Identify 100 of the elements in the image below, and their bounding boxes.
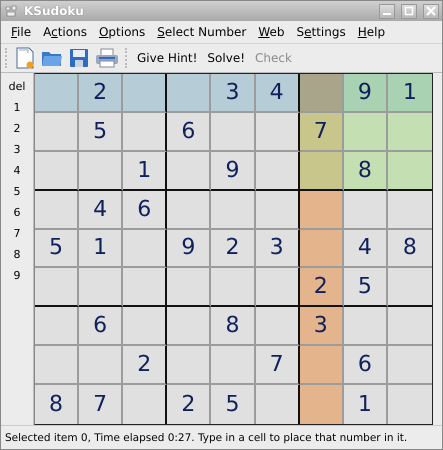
board-cell[interactable]: 3 bbox=[256, 230, 300, 268]
board-cell[interactable] bbox=[35, 268, 80, 308]
board-cell[interactable]: 1 bbox=[388, 74, 432, 113]
number-item[interactable]: 9 bbox=[14, 268, 20, 284]
board-cell[interactable] bbox=[123, 112, 168, 152]
board-cell[interactable] bbox=[35, 112, 80, 152]
number-item[interactable]: 8 bbox=[14, 247, 20, 263]
board-cell[interactable] bbox=[167, 307, 212, 346]
number-item[interactable]: del bbox=[8, 79, 26, 95]
board-cell[interactable] bbox=[211, 112, 256, 152]
menu-item[interactable]: Help bbox=[352, 23, 392, 41]
board-cell[interactable]: 2 bbox=[300, 268, 344, 308]
board-cell[interactable] bbox=[388, 268, 432, 308]
board-cell[interactable]: 9 bbox=[211, 152, 256, 191]
board-cell[interactable] bbox=[256, 307, 300, 346]
board-cell[interactable]: 2 bbox=[123, 346, 168, 386]
menu-item[interactable]: Web bbox=[252, 23, 290, 41]
board-cell[interactable] bbox=[256, 112, 300, 152]
board-cell[interactable]: 8 bbox=[211, 307, 256, 346]
number-item[interactable]: 2 bbox=[14, 121, 20, 137]
number-item[interactable]: 4 bbox=[14, 163, 20, 179]
board-cell[interactable] bbox=[79, 346, 124, 386]
board-cell[interactable] bbox=[167, 74, 212, 113]
board-cell[interactable] bbox=[388, 152, 432, 191]
board-cell[interactable] bbox=[388, 346, 432, 386]
board-cell[interactable]: 5 bbox=[79, 112, 124, 152]
maximize-button[interactable] bbox=[401, 4, 417, 18]
board-cell[interactable]: 6 bbox=[344, 346, 388, 386]
board-cell[interactable] bbox=[167, 346, 212, 386]
board-cell[interactable] bbox=[35, 74, 80, 113]
board-cell[interactable]: 1 bbox=[344, 385, 388, 424]
board-cell[interactable] bbox=[300, 190, 344, 230]
board-cell[interactable]: 3 bbox=[211, 74, 256, 113]
board-cell[interactable]: 3 bbox=[300, 307, 344, 346]
board-cell[interactable] bbox=[35, 152, 80, 191]
board-cell[interactable] bbox=[300, 74, 344, 113]
board-cell[interactable] bbox=[211, 190, 256, 230]
board-cell[interactable]: 6 bbox=[167, 112, 212, 152]
board-cell[interactable] bbox=[79, 152, 124, 191]
board-cell[interactable]: 4 bbox=[79, 190, 124, 230]
close-button[interactable] bbox=[423, 4, 439, 18]
board-cell[interactable] bbox=[300, 230, 344, 268]
board-cell[interactable] bbox=[256, 152, 300, 191]
board-cell[interactable] bbox=[123, 230, 168, 268]
board-cell[interactable]: 8 bbox=[388, 230, 432, 268]
board-cell[interactable] bbox=[123, 268, 168, 308]
number-item[interactable]: 5 bbox=[14, 184, 20, 200]
board-cell[interactable]: 5 bbox=[35, 230, 80, 268]
board-cell[interactable] bbox=[35, 346, 80, 386]
board-cell[interactable]: 7 bbox=[300, 112, 344, 152]
board-cell[interactable]: 7 bbox=[256, 346, 300, 386]
board-cell[interactable] bbox=[35, 307, 80, 346]
toolbar-button[interactable]: Give Hint! bbox=[135, 49, 200, 67]
board-cell[interactable] bbox=[344, 112, 388, 152]
board-cell[interactable] bbox=[300, 385, 344, 424]
board-cell[interactable] bbox=[211, 346, 256, 386]
board-cell[interactable]: 4 bbox=[344, 230, 388, 268]
board-cell[interactable] bbox=[388, 112, 432, 152]
board-cell[interactable]: 7 bbox=[79, 385, 124, 424]
board-cell[interactable] bbox=[256, 268, 300, 308]
board-cell[interactable] bbox=[123, 307, 168, 346]
board-cell[interactable] bbox=[167, 190, 212, 230]
new-document-icon[interactable] bbox=[15, 47, 35, 69]
number-item[interactable]: 6 bbox=[14, 205, 20, 221]
board-cell[interactable] bbox=[35, 190, 80, 230]
number-item[interactable]: 7 bbox=[14, 226, 20, 242]
board-cell[interactable] bbox=[300, 152, 344, 191]
toolbar-button[interactable]: Solve! bbox=[205, 49, 248, 67]
menu-item[interactable]: Settings bbox=[290, 23, 352, 41]
board-cell[interactable] bbox=[167, 268, 212, 308]
menu-item[interactable]: Options bbox=[92, 23, 152, 41]
board-cell[interactable] bbox=[79, 268, 124, 308]
menu-item[interactable]: Actions bbox=[37, 23, 93, 41]
board-cell[interactable]: 9 bbox=[344, 74, 388, 113]
board-cell[interactable]: 6 bbox=[123, 190, 168, 230]
menu-item[interactable]: File bbox=[5, 23, 38, 41]
board-cell[interactable]: 5 bbox=[344, 268, 388, 308]
board-cell[interactable]: 4 bbox=[256, 74, 300, 113]
board-cell[interactable] bbox=[300, 346, 344, 386]
board-cell[interactable]: 9 bbox=[167, 230, 212, 268]
board-cell[interactable] bbox=[211, 268, 256, 308]
board-cell[interactable] bbox=[123, 385, 168, 424]
menu-item[interactable]: Select Number bbox=[151, 23, 252, 41]
minimize-button[interactable] bbox=[379, 4, 395, 18]
board-cell[interactable]: 2 bbox=[79, 74, 124, 113]
board-cell[interactable]: 6 bbox=[79, 307, 124, 346]
board-cell[interactable] bbox=[123, 74, 168, 113]
board-cell[interactable]: 8 bbox=[35, 385, 80, 424]
board-cell[interactable] bbox=[388, 190, 432, 230]
number-item[interactable]: 3 bbox=[14, 142, 20, 158]
board-cell[interactable] bbox=[344, 307, 388, 346]
board-cell[interactable]: 1 bbox=[79, 230, 124, 268]
board-cell[interactable]: 8 bbox=[344, 152, 388, 191]
board-cell[interactable]: 2 bbox=[167, 385, 212, 424]
board-cell[interactable] bbox=[256, 385, 300, 424]
board-cell[interactable] bbox=[256, 190, 300, 230]
board-cell[interactable] bbox=[388, 385, 432, 424]
board-cell[interactable] bbox=[388, 307, 432, 346]
board-cell[interactable]: 2 bbox=[211, 230, 256, 268]
number-item[interactable]: 1 bbox=[14, 100, 20, 116]
